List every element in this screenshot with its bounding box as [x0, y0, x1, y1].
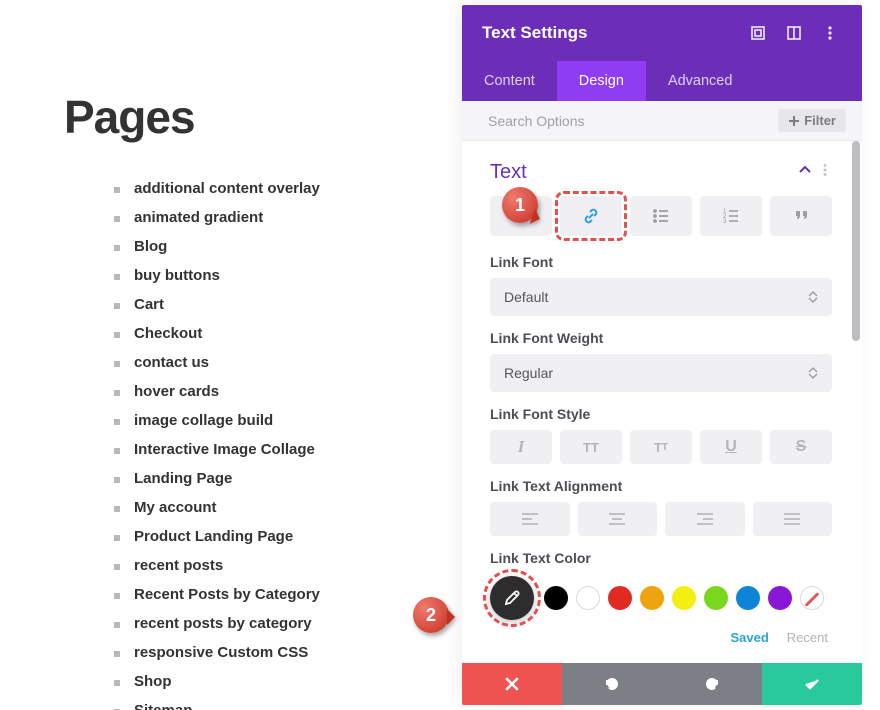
page-title: Pages: [64, 90, 444, 144]
filter-button[interactable]: Filter: [778, 109, 846, 132]
align-justify-button[interactable]: [753, 502, 833, 536]
list-item[interactable]: image collage build: [134, 406, 444, 435]
swatch-orange[interactable]: [640, 586, 664, 610]
swatch-white[interactable]: [576, 586, 600, 610]
label-link-font: Link Font: [490, 254, 832, 270]
link-font-select[interactable]: Default: [490, 278, 832, 316]
tab-advanced[interactable]: Advanced: [646, 61, 755, 101]
saved-colors-tab[interactable]: Saved: [730, 630, 768, 645]
swatch-green[interactable]: [704, 586, 728, 610]
color-swatches: [490, 576, 832, 620]
panel-title: Text Settings: [482, 23, 734, 43]
svg-text:3: 3: [723, 219, 727, 225]
swatch-none[interactable]: [800, 586, 824, 610]
text-tab-ol[interactable]: 123: [700, 196, 762, 236]
list-item[interactable]: Interactive Image Collage: [134, 435, 444, 464]
text-tab-ul[interactable]: [630, 196, 692, 236]
list-item[interactable]: buy buttons: [134, 261, 444, 290]
redo-button[interactable]: [662, 663, 762, 705]
panel-tabs: Content Design Advanced: [462, 61, 862, 101]
expand-icon[interactable]: [746, 21, 770, 45]
align-left-button[interactable]: [490, 502, 570, 536]
list-item[interactable]: Product Landing Page: [134, 522, 444, 551]
recent-colors-tab[interactable]: Recent: [787, 630, 828, 645]
list-item[interactable]: recent posts by category: [134, 609, 444, 638]
panel-header: Text Settings: [462, 5, 862, 61]
list-item[interactable]: My account: [134, 493, 444, 522]
label-link-text-alignment: Link Text Alignment: [490, 478, 832, 494]
undo-button[interactable]: [562, 663, 662, 705]
swatch-yellow[interactable]: [672, 586, 696, 610]
list-item[interactable]: Checkout: [134, 319, 444, 348]
collapse-icon[interactable]: [798, 163, 812, 182]
list-item[interactable]: animated gradient: [134, 203, 444, 232]
list-item[interactable]: hover cards: [134, 377, 444, 406]
tab-design[interactable]: Design: [557, 61, 646, 101]
link-font-weight-value: Regular: [504, 365, 553, 381]
align-right-button[interactable]: [665, 502, 745, 536]
section-more-icon[interactable]: [818, 163, 832, 182]
style-smallcaps-button[interactable]: TT: [630, 430, 692, 464]
callout-2: 2: [413, 597, 449, 633]
callout-1: 1: [502, 187, 538, 223]
color-picker-button[interactable]: [490, 576, 534, 620]
dock-icon[interactable]: [782, 21, 806, 45]
section-title[interactable]: Text: [490, 161, 798, 184]
label-link-font-weight: Link Font Weight: [490, 330, 832, 346]
list-item[interactable]: Recent Posts by Category: [134, 580, 444, 609]
panel-footer: [462, 663, 862, 705]
list-item[interactable]: Shop: [134, 667, 444, 696]
select-chevron-icon: [804, 362, 822, 384]
label-link-font-style: Link Font Style: [490, 406, 832, 422]
list-item[interactable]: responsive Custom CSS: [134, 638, 444, 667]
link-font-value: Default: [504, 289, 548, 305]
list-item[interactable]: additional content overlay: [134, 174, 444, 203]
text-tab-quote[interactable]: [770, 196, 832, 236]
list-item[interactable]: Landing Page: [134, 464, 444, 493]
pages-list: additional content overlay animated grad…: [64, 174, 444, 710]
style-underline-button[interactable]: U: [700, 430, 762, 464]
search-row: Search Options Filter: [462, 101, 862, 141]
list-item[interactable]: Blog: [134, 232, 444, 261]
text-tab-link[interactable]: [560, 196, 622, 236]
style-italic-button[interactable]: I: [490, 430, 552, 464]
swatch-black[interactable]: [544, 586, 568, 610]
link-font-weight-select[interactable]: Regular: [490, 354, 832, 392]
tab-content[interactable]: Content: [462, 61, 557, 101]
save-button[interactable]: [762, 663, 862, 705]
more-icon[interactable]: [818, 21, 842, 45]
align-center-button[interactable]: [578, 502, 658, 536]
swatch-blue[interactable]: [736, 586, 760, 610]
list-item[interactable]: Cart: [134, 290, 444, 319]
style-strike-button[interactable]: S: [770, 430, 832, 464]
list-item[interactable]: contact us: [134, 348, 444, 377]
list-item[interactable]: Sitemap: [134, 696, 444, 710]
select-chevron-icon: [804, 286, 822, 308]
list-item[interactable]: recent posts: [134, 551, 444, 580]
swatch-purple[interactable]: [768, 586, 792, 610]
scrollbar[interactable]: [852, 141, 860, 341]
filter-label: Filter: [804, 113, 836, 128]
search-input[interactable]: Search Options: [488, 113, 585, 129]
label-link-text-color: Link Text Color: [490, 550, 832, 566]
discard-button[interactable]: [462, 663, 562, 705]
style-uppercase-button[interactable]: TT: [560, 430, 622, 464]
swatch-red[interactable]: [608, 586, 632, 610]
text-settings-panel: Text Settings Content Design Advanced Se…: [462, 5, 862, 705]
